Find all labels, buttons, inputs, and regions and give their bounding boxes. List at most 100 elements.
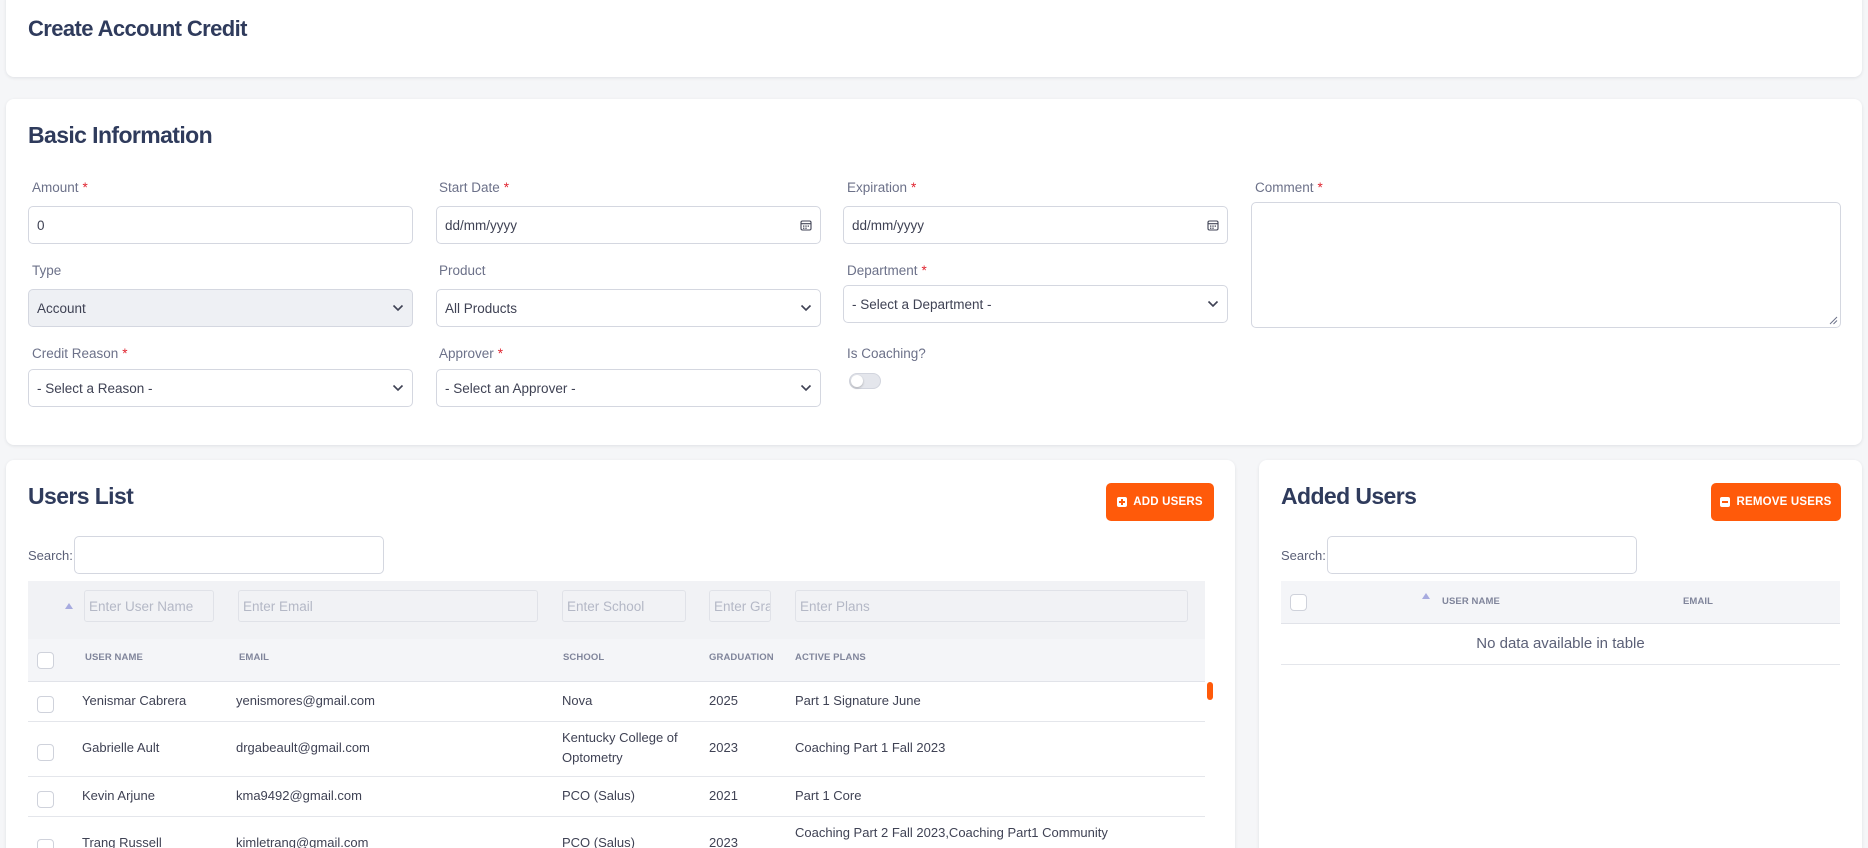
approver-select[interactable]: - Select an Approver - — [436, 369, 821, 407]
row-checkbox[interactable] — [37, 839, 54, 848]
approver-label: Approver * — [439, 346, 503, 361]
section-title-added-users: Added Users — [1281, 483, 1417, 509]
filter-user-name-input[interactable]: Enter User Name — [84, 590, 214, 622]
sort-asc-icon[interactable] — [65, 603, 73, 609]
department-select[interactable]: - Select a Department - — [843, 285, 1228, 323]
required-marker: * — [497, 346, 504, 361]
select-all-checkbox[interactable] — [37, 652, 54, 669]
approver-value: - Select an Approver - — [445, 380, 576, 396]
required-marker: * — [921, 263, 927, 278]
comment-textarea[interactable] — [1251, 202, 1841, 328]
column-header-email[interactable]: EMAIL — [1683, 596, 1713, 607]
product-select[interactable]: All Products — [436, 289, 821, 327]
page-title: Create Account Credit — [28, 16, 247, 41]
start-date-label: Start Date * — [439, 180, 509, 195]
table-row[interactable]: Gabrielle Ault drgabeault@gmail.com Kent… — [28, 722, 1205, 777]
department-label-text: Department — [847, 263, 918, 278]
product-label-text: Product — [439, 263, 486, 278]
plans-cell: Part 1 Core — [795, 788, 862, 803]
table-row[interactable]: Trang Russell kimletrang@gmail.com PCO (… — [28, 817, 1205, 848]
plus-square-icon — [1117, 497, 1128, 507]
is-coaching-label: Is Coaching? — [847, 346, 926, 361]
add-users-label: ADD USERS — [1133, 496, 1203, 508]
required-marker: * — [82, 180, 88, 195]
row-checkbox[interactable] — [37, 791, 54, 808]
filter-email-input[interactable]: Enter Email — [238, 590, 538, 622]
expiration-label-text: Expiration — [847, 180, 908, 195]
graduation-cell: 2023 — [709, 740, 738, 755]
department-value: - Select a Department - — [852, 296, 992, 312]
row-checkbox[interactable] — [37, 744, 54, 761]
credit-reason-select[interactable]: - Select a Reason - — [28, 369, 413, 407]
column-header-graduation[interactable]: GRADUATION — [709, 652, 774, 663]
calendar-icon[interactable] — [1207, 219, 1219, 231]
comment-label-text: Comment — [1255, 180, 1314, 195]
amount-label: Amount * — [32, 180, 88, 195]
added-users-table-header: USER NAME EMAIL — [1281, 581, 1840, 624]
amount-input[interactable]: 0 — [28, 206, 413, 244]
remove-users-label: REMOVE USERS — [1736, 496, 1832, 508]
users-list-card: Users List ADD USERS Search: Enter User … — [6, 460, 1235, 848]
users-search-input[interactable] — [74, 536, 384, 574]
required-marker: * — [503, 180, 510, 195]
column-header-school[interactable]: SCHOOL — [563, 652, 604, 663]
users-table-header: USER NAME EMAIL SCHOOL GRADUATION ACTIVE… — [28, 639, 1205, 682]
empty-table-message: No data available in table — [1476, 635, 1645, 652]
filter-grad-placeholder: Enter Grad — [714, 598, 770, 614]
table-row[interactable]: Yenismar Cabrera yenismores@gmail.com No… — [28, 682, 1205, 722]
filter-user-name-placeholder: Enter User Name — [89, 598, 194, 614]
calendar-icon[interactable] — [800, 219, 812, 231]
product-label: Product — [439, 263, 486, 278]
school-cell: Kentucky College of Optometry — [562, 728, 692, 768]
chevron-down-icon — [800, 382, 812, 394]
column-header-user-name[interactable]: USER NAME — [1442, 596, 1500, 607]
section-title-users-list: Users List — [28, 483, 134, 509]
empty-table-row: No data available in table — [1281, 624, 1840, 665]
start-date-input[interactable]: dd/mm/yyyy — [436, 206, 821, 244]
approver-label-text: Approver — [439, 346, 494, 361]
table-row[interactable]: Kevin Arjune kma9492@gmail.com PCO (Salu… — [28, 777, 1205, 817]
filter-school-input[interactable]: Enter School — [562, 590, 686, 622]
school-cell: Nova — [562, 693, 593, 708]
type-value: Account — [37, 300, 86, 316]
is-coaching-label-text: Is Coaching? — [847, 346, 926, 361]
section-title-basic-information: Basic Information — [28, 122, 213, 148]
column-header-email[interactable]: EMAIL — [239, 652, 269, 663]
chevron-down-icon — [800, 302, 812, 314]
column-header-user-name[interactable]: USER NAME — [85, 652, 143, 663]
email-cell: kimletrang@gmail.com — [236, 835, 369, 848]
table-scrollbar-thumb[interactable] — [1207, 682, 1213, 700]
minus-square-icon — [1720, 497, 1731, 507]
school-cell: PCO (Salus) — [562, 788, 635, 803]
expiration-input[interactable]: dd/mm/yyyy — [843, 206, 1228, 244]
expiration-label: Expiration * — [847, 180, 916, 195]
filter-plans-placeholder: Enter Plans — [800, 598, 870, 614]
filter-plans-input[interactable]: Enter Plans — [795, 590, 1188, 622]
filter-grad-input[interactable]: Enter Grad — [709, 590, 771, 622]
added-users-card: Added Users REMOVE USERS Search: USER NA… — [1259, 460, 1862, 848]
type-label-text: Type — [32, 263, 62, 278]
column-header-active-plans[interactable]: ACTIVE PLANS — [795, 652, 866, 663]
row-checkbox[interactable] — [37, 696, 54, 713]
select-all-checkbox[interactable] — [1290, 594, 1307, 611]
remove-users-button[interactable]: REMOVE USERS — [1711, 483, 1841, 521]
added-users-search-input[interactable] — [1327, 536, 1637, 574]
school-cell: PCO (Salus) — [562, 835, 635, 848]
basic-information-card: Basic Information Amount * 0 Start Date * … — [6, 99, 1862, 445]
resize-handle-icon[interactable] — [1828, 315, 1838, 325]
plans-cell: Part 1 Signature June — [795, 693, 921, 708]
is-coaching-toggle[interactable] — [849, 373, 881, 389]
credit-reason-label: Credit Reason * — [32, 346, 128, 361]
user-name-cell: Kevin Arjune — [82, 788, 155, 803]
add-users-button[interactable]: ADD USERS — [1106, 483, 1214, 521]
start-date-label-text: Start Date — [439, 180, 500, 195]
sort-asc-icon[interactable] — [1422, 593, 1430, 599]
type-select[interactable]: Account — [28, 289, 413, 327]
plans-cell: Coaching Part 1 Fall 2023 — [795, 740, 946, 755]
required-marker: * — [1317, 180, 1323, 195]
users-search-label: Search: — [28, 548, 73, 563]
filter-email-placeholder: Enter Email — [243, 598, 313, 614]
credit-reason-label-text: Credit Reason — [32, 346, 119, 361]
school-line-1: Kentucky College of — [562, 730, 678, 745]
amount-label-text: Amount — [32, 180, 79, 195]
